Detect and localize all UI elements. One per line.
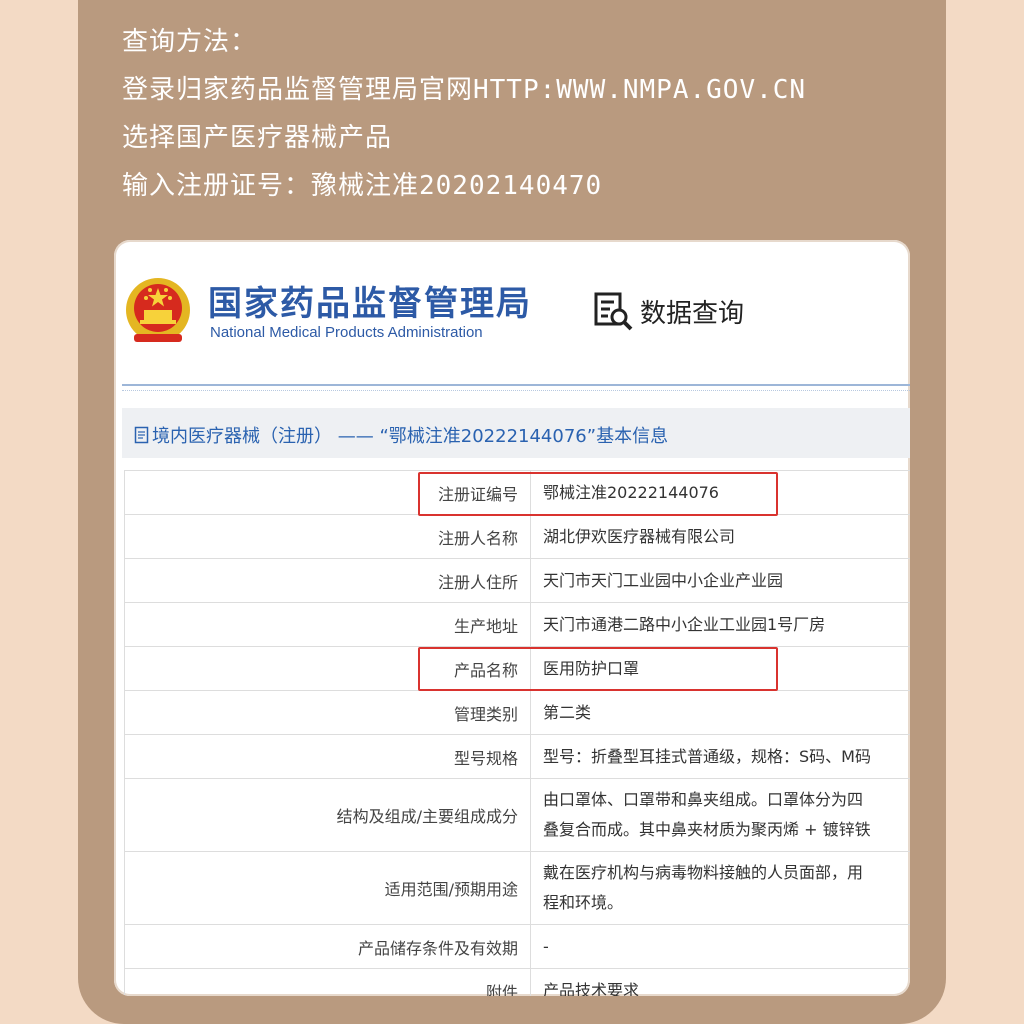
row-value: -	[543, 936, 549, 956]
row-label: 产品储存条件及有效期	[125, 925, 531, 968]
data-query-link[interactable]: 数据查询	[592, 290, 744, 332]
table-row: 结构及组成/主要组成成分 由口罩体、口罩带和鼻夹组成。口罩体分为四 叠复合而成。…	[125, 779, 910, 852]
highlight-box-product-name	[418, 647, 778, 691]
table-row: 注册人名称 湖北伊欢医疗器械有限公司	[125, 515, 910, 559]
section-title-text: 境内医疗器械（注册） —— “鄂械注准20222144076”基本信息	[152, 426, 669, 447]
document-search-icon	[594, 292, 633, 331]
header-divider-dotted	[122, 390, 910, 392]
row-value-line: 叠复合而成。其中鼻夹材质为聚丙烯 + 镀锌铁	[543, 820, 871, 839]
highlight-box-registration-number	[418, 472, 778, 516]
row-value: 天门市通港二路中小企业工业园1号厂房	[543, 614, 826, 634]
row-value: 由口罩体、口罩带和鼻夹组成。口罩体分为四 叠复合而成。其中鼻夹材质为聚丙烯 + …	[531, 779, 910, 851]
section-title: 境内医疗器械（注册） —— “鄂械注准20222144076”基本信息	[134, 422, 668, 448]
row-label: 生产地址	[125, 603, 531, 646]
row-value: 第二类	[543, 702, 592, 722]
row-value: 天门市天门工业园中小企业产业园	[543, 570, 784, 590]
row-label: 型号规格	[125, 735, 531, 778]
info-table: 注册证编号 鄂械注准20222144076 注册人名称 湖北伊欢医疗器械有限公司…	[124, 470, 910, 996]
org-name-cn: 国家药品监督管理局	[208, 284, 532, 324]
header-divider	[122, 384, 910, 386]
nmpa-screenshot: 国家药品监督管理局 National Medical Products Admi…	[114, 240, 910, 996]
row-label: 适用范围/预期用途	[125, 852, 531, 924]
row-value: 型号：折叠型耳挂式普通级，规格：S码、M码	[543, 746, 871, 766]
row-label: 附件	[125, 969, 531, 996]
instruction-line-2: 登录归家药品监督管理局官网HTTP:WWW.NMPA.GOV.CN	[122, 75, 807, 105]
row-label: 管理类别	[125, 691, 531, 734]
instruction-line-1: 查询方法：	[122, 27, 258, 57]
table-row: 适用范围/预期用途 戴在医疗机构与病毒物料接触的人员面部，用 程和环境。	[125, 852, 910, 925]
row-value-line: 程和环境。	[543, 893, 624, 912]
row-label: 结构及组成/主要组成成分	[125, 779, 531, 851]
row-value-line: 由口罩体、口罩带和鼻夹组成。口罩体分为四	[543, 790, 864, 809]
row-value: 湖北伊欢医疗器械有限公司	[543, 526, 736, 546]
row-value-line: 戴在医疗机构与病毒物料接触的人员面部，用	[543, 863, 864, 882]
row-label: 注册人名称	[125, 515, 531, 558]
table-row: 注册人住所 天门市天门工业园中小企业产业园	[125, 559, 910, 603]
table-row: 产品储存条件及有效期 -	[125, 925, 910, 969]
site-header: 国家药品监督管理局 National Medical Products Admi…	[114, 240, 910, 392]
org-name-en: National Medical Products Administration	[210, 324, 483, 341]
instruction-line-4: 输入注册证号：豫械注准20202140470	[122, 171, 603, 201]
table-row: 型号规格 型号：折叠型耳挂式普通级，规格：S码、M码	[125, 735, 910, 779]
row-value: 戴在医疗机构与病毒物料接触的人员面部，用 程和环境。	[531, 852, 910, 924]
instruction-line-3: 选择国产医疗器械产品	[122, 123, 393, 153]
table-row: 附件 产品技术要求	[125, 969, 910, 996]
table-row: 生产地址 天门市通港二路中小企业工业园1号厂房	[125, 603, 910, 647]
data-query-label: 数据查询	[640, 298, 745, 329]
table-row: 管理类别 第二类	[125, 691, 910, 735]
query-instructions: 查询方法： 登录归家药品监督管理局官网HTTP:WWW.NMPA.GOV.CN …	[122, 18, 922, 210]
section-header: 境内医疗器械（注册） —— “鄂械注准20222144076”基本信息	[122, 408, 910, 458]
document-icon	[134, 426, 149, 444]
national-emblem-icon	[126, 278, 190, 342]
row-label: 注册人住所	[125, 559, 531, 602]
row-value: 产品技术要求	[543, 980, 640, 997]
